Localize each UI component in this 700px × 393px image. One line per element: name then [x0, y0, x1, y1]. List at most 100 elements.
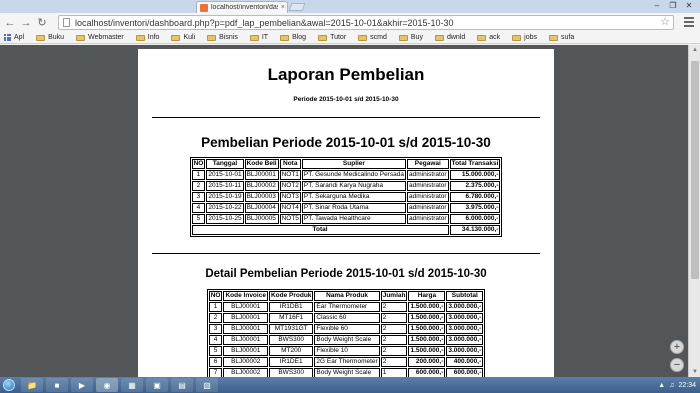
table-cell: 2 — [208, 313, 223, 323]
table-cell: BLJ00001 — [223, 335, 268, 345]
bookmark-folder[interactable]: Buku — [36, 34, 64, 41]
table-cell: 3 — [208, 324, 223, 334]
bookmark-folder[interactable]: Tutor — [318, 34, 346, 41]
bookmark-folder[interactable]: jobs — [512, 34, 537, 41]
volume-icon[interactable]: ♫ — [669, 382, 674, 389]
bookmark-folder[interactable]: IT — [249, 34, 268, 41]
table-cell: Classic 60 — [314, 313, 380, 323]
bookmark-folder[interactable]: Buy — [398, 34, 423, 41]
maximize-button[interactable]: ❐ — [666, 0, 680, 12]
table-cell: 3.000.000,- — [446, 346, 484, 356]
minimize-button[interactable]: – — [650, 0, 664, 12]
table-cell: PT. Sarandi Karya Nugraha — [301, 181, 406, 191]
explorer-taskbar-icon[interactable]: 📁 — [21, 378, 43, 392]
tab-close-icon[interactable]: × — [281, 4, 285, 11]
table-cell: administrator — [407, 181, 449, 191]
folder-icon — [135, 34, 145, 41]
table-row: 2 2015-10-11 BLJ00002 NOT2 PT. Sarandi Karya… — [191, 181, 501, 191]
folder-icon — [477, 34, 487, 41]
window-controls: – ❐ ✕ — [650, 0, 696, 12]
app-taskbar-icon[interactable]: ▦ — [121, 378, 143, 392]
table-cell: 7 — [208, 368, 223, 377]
forward-icon[interactable]: → — [20, 17, 32, 29]
table-cell: 2 — [380, 357, 408, 367]
zoom-in-button[interactable]: + — [670, 340, 684, 354]
table-row: 1 2015-10-01 BLJ00001 NOT1 PT. Gesunde Medic… — [191, 170, 501, 180]
app-taskbar-icon[interactable]: ▣ — [146, 378, 168, 392]
table-cell: 5 — [191, 214, 206, 224]
bookmark-star-icon[interactable]: ☆ — [660, 16, 670, 29]
total-value: 34.130.000,- — [449, 225, 501, 235]
table-cell: Flexible 10 — [314, 346, 380, 356]
menu-icon[interactable] — [684, 17, 694, 27]
table-cell: IR1DB1 — [268, 302, 314, 312]
report-title: Laporan Pembelian — [267, 65, 425, 84]
col-kode-beli: Kode Beli — [244, 159, 279, 169]
col-tanggal: Tanggal — [206, 159, 244, 169]
folder-icon — [512, 34, 522, 41]
close-window-button[interactable]: ✕ — [682, 0, 696, 12]
table-cell: BLJ00002 — [223, 368, 268, 377]
col-jumlah: Jumlah — [380, 291, 408, 301]
address-bar[interactable]: ☆ — [58, 15, 674, 30]
scrollbar-thumb[interactable] — [691, 61, 699, 279]
bookmark-folder[interactable]: dwnld — [434, 34, 465, 41]
table-cell: Flexible 60 — [314, 324, 380, 334]
app-taskbar-icon[interactable]: ▧ — [196, 378, 218, 392]
table-cell: 5 — [208, 346, 223, 356]
bookmark-folder[interactable]: Bisnis — [207, 34, 238, 41]
app-taskbar-icon[interactable]: ■ — [46, 378, 68, 392]
bookmark-folder[interactable]: Webmaster — [76, 34, 124, 41]
table-cell: 1 — [191, 170, 206, 180]
bookmark-folder[interactable]: Blog — [280, 34, 306, 41]
table-cell: 3.975.000,- — [449, 203, 501, 213]
folder-icon — [434, 34, 444, 41]
col-no: NO — [191, 159, 206, 169]
app-taskbar-icon[interactable]: ▤ — [171, 378, 193, 392]
table-row: 2 BLJ00001 MT16F1 Classic 60 2 1.500.000,- 3.0… — [208, 313, 484, 323]
reload-icon[interactable]: ↻ — [36, 17, 48, 29]
table-cell: 15.000.000,- — [449, 170, 501, 180]
network-icon[interactable]: ▲ — [658, 382, 665, 389]
bookmark-folder[interactable]: Kuli — [171, 34, 195, 41]
pdf-page: Laporan Pembelian Periode 2015-10-01 s/d… — [138, 49, 554, 377]
back-icon[interactable]: ← — [4, 17, 16, 29]
vertical-scrollbar[interactable]: ▲ ▼ — [688, 45, 700, 377]
detail-table: NO Kode Invoice Kode Produk Nama Produk … — [206, 289, 486, 377]
zoom-out-button[interactable]: − — [670, 358, 684, 372]
table-cell: 2015-10-25 — [206, 214, 244, 224]
folder-icon — [549, 34, 558, 41]
purchase-table-body: 1 2015-10-01 BLJ00001 NOT1 PT. Gesunde Medic… — [191, 170, 501, 224]
table-cell: Body Weight Scale — [314, 335, 380, 345]
media-taskbar-icon[interactable]: ▶ — [71, 378, 93, 392]
bookmark-folder[interactable]: Info — [135, 34, 159, 41]
bookmark-folder[interactable]: ack — [477, 34, 500, 41]
table-row: 4 2015-10-22 BLJ00004 NOT4 PT. Sinar Roda Ut… — [191, 203, 501, 213]
table-header-row: NO Tanggal Kode Beli Nota Suplier Pegawa… — [191, 159, 501, 169]
clock[interactable]: 22:34 — [678, 382, 696, 389]
scroll-up-icon[interactable]: ▲ — [689, 45, 700, 55]
bookmark-apps[interactable]: Apl — [4, 34, 24, 41]
detail-table-body: 1 BLJ00001 IR1DB1 Ear Thermometer 2 1.500.000… — [208, 302, 484, 377]
table-cell: 2015-10-22 — [206, 203, 244, 213]
pdf-viewer[interactable]: Laporan Pembelian Periode 2015-10-01 s/d… — [0, 45, 700, 377]
table-cell: 600.000,- — [446, 368, 484, 377]
browser-tab[interactable]: localhost/inventori/dashb × — [196, 1, 288, 13]
table-cell: PT. Sinar Roda Utama — [301, 203, 406, 213]
bookmark-folder[interactable]: sufa — [549, 34, 574, 41]
table-cell: IR1DE1 — [268, 357, 314, 367]
table-cell: 400.000,- — [446, 357, 484, 367]
folder-icon — [36, 34, 46, 41]
chrome-taskbar-icon[interactable]: ◉ — [96, 378, 118, 392]
col-kode-invoice: Kode Invoice — [223, 291, 268, 301]
bookmark-folder[interactable]: scmd — [358, 34, 387, 41]
table-cell: 2.375.000,- — [449, 181, 501, 191]
url-input[interactable] — [75, 17, 635, 28]
scroll-down-icon[interactable]: ▼ — [689, 367, 700, 377]
new-tab-button[interactable] — [288, 3, 306, 11]
table-cell: PT. Gesunde Medicalindo Persada — [301, 170, 406, 180]
table-cell: 1.500.000,- — [408, 302, 446, 312]
folder-icon — [398, 34, 408, 41]
folder-icon — [280, 34, 290, 41]
start-button[interactable] — [0, 377, 18, 393]
